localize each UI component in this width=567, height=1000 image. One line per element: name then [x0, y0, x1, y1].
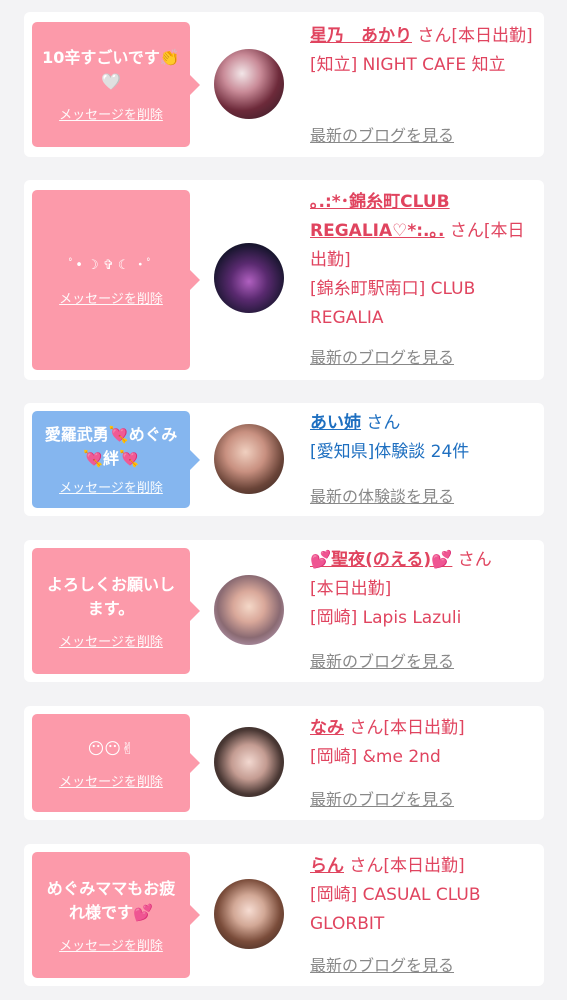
- message-bubble: よろしくお願いします。 メッセージを削除: [32, 548, 200, 674]
- avatar[interactable]: [214, 879, 284, 949]
- avatar[interactable]: [214, 49, 284, 119]
- message-text: ﾟ• ☽ ✞ ☾ •ﾟ: [68, 257, 154, 273]
- shop-location: [知立] NIGHT CAFE 知立: [310, 55, 506, 75]
- avatar[interactable]: [214, 424, 284, 494]
- profile-info: 星乃 あかり さん[本日出勤] [知立] NIGHT CAFE 知立: [310, 22, 534, 80]
- honorific: さん: [457, 550, 492, 570]
- latest-blog-link[interactable]: 最新のブログを見る: [310, 786, 454, 810]
- profile-name-link[interactable]: 星乃 あかり: [310, 26, 412, 46]
- delete-message-link[interactable]: メッセージを削除: [59, 935, 163, 954]
- message-card: 😶😶✌ メッセージを削除 なみ さん[本日出勤] [岡崎] &me 2nd 最新…: [24, 706, 544, 820]
- work-status: [本日出勤]: [383, 856, 465, 876]
- avatar[interactable]: [214, 727, 284, 797]
- message-bubble: めぐみママもお疲れ様です💕 メッセージを削除: [32, 852, 200, 978]
- message-card: ﾟ• ☽ ✞ ☾ •ﾟ メッセージを削除 ｡.:*･錦糸町CLUB REGALI…: [24, 180, 544, 380]
- honorific: さん: [349, 718, 384, 738]
- honorific: さん: [417, 26, 452, 46]
- message-text: めぐみママもお疲れ様です💕: [46, 878, 176, 922]
- delete-message-link[interactable]: メッセージを削除: [59, 288, 163, 307]
- honorific: さん: [366, 413, 401, 433]
- profile-name-link[interactable]: なみ: [310, 718, 344, 738]
- profile-info: なみ さん[本日出勤] [岡崎] &me 2nd: [310, 714, 534, 772]
- profile-info: ｡.:*･錦糸町CLUB REGALIA♡*:.｡. さん[本日出勤] [錦糸町…: [310, 188, 534, 333]
- shop-location: [岡崎] Lapis Lazuli: [310, 608, 462, 628]
- message-bubble: 愛羅武勇💘めぐみ💘絆💘 メッセージを削除: [32, 411, 200, 508]
- profile-name-link[interactable]: あい姉: [310, 413, 361, 433]
- latest-blog-link[interactable]: 最新のブログを見る: [310, 648, 454, 672]
- message-bubble: 😶😶✌ メッセージを削除: [32, 714, 200, 812]
- message-text: 😶😶✌: [87, 738, 135, 758]
- message-text: 愛羅武勇💘めぐみ💘絆💘: [44, 425, 178, 468]
- profile-name-link[interactable]: 💕聖夜(のえる)💕: [310, 550, 452, 570]
- message-card: 10辛すごいです👏🤍 メッセージを削除 星乃 あかり さん[本日出勤] [知立]…: [24, 12, 544, 157]
- work-status: [本日出勤]: [383, 718, 465, 738]
- profile-name-link[interactable]: ｡.:*･錦糸町CLUB REGALIA♡*:.｡.: [310, 192, 450, 241]
- message-bubble: 10辛すごいです👏🤍 メッセージを削除: [32, 22, 200, 147]
- work-status: [本日出勤]: [451, 26, 533, 46]
- honorific: さん: [449, 221, 484, 241]
- profile-info: 💕聖夜(のえる)💕 さん [本日出勤] [岡崎] Lapis Lazuli: [310, 546, 534, 633]
- delete-message-link[interactable]: メッセージを削除: [59, 104, 163, 123]
- work-status: [本日出勤]: [310, 579, 392, 599]
- shop-location: [錦糸町駅南口] CLUB REGALIA: [310, 279, 476, 328]
- latest-blog-link[interactable]: 最新のブログを見る: [310, 344, 454, 368]
- delete-message-link[interactable]: メッセージを削除: [59, 631, 163, 650]
- avatar[interactable]: [214, 575, 284, 645]
- latest-blog-link[interactable]: 最新のブログを見る: [310, 122, 454, 146]
- message-bubble: ﾟ• ☽ ✞ ☾ •ﾟ メッセージを削除: [32, 190, 200, 370]
- message-text: 10辛すごいです👏🤍: [42, 48, 180, 91]
- honorific: さん: [349, 856, 384, 876]
- message-card: 愛羅武勇💘めぐみ💘絆💘 メッセージを削除 あい姉 さん [愛知県]体験談 24件…: [24, 403, 544, 516]
- profile-info: あい姉 さん [愛知県]体験談 24件: [310, 409, 534, 467]
- review-location: [愛知県]体験談 24件: [310, 442, 470, 462]
- shop-location: [岡崎] &me 2nd: [310, 747, 441, 767]
- shop-location: [岡崎] CASUAL CLUB GLORBIT: [310, 885, 481, 934]
- latest-review-link[interactable]: 最新の体験談を見る: [310, 483, 454, 507]
- profile-info: らん さん[本日出勤] [岡崎] CASUAL CLUB GLORBIT: [310, 852, 534, 939]
- profile-name-link[interactable]: らん: [310, 856, 344, 876]
- avatar[interactable]: [214, 243, 284, 313]
- message-card: よろしくお願いします。 メッセージを削除 💕聖夜(のえる)💕 さん [本日出勤]…: [24, 540, 544, 682]
- delete-message-link[interactable]: メッセージを削除: [59, 477, 163, 496]
- message-card: めぐみママもお疲れ様です💕 メッセージを削除 らん さん[本日出勤] [岡崎] …: [24, 844, 544, 986]
- delete-message-link[interactable]: メッセージを削除: [59, 771, 163, 790]
- message-text: よろしくお願いします。: [46, 574, 175, 618]
- latest-blog-link[interactable]: 最新のブログを見る: [310, 952, 454, 976]
